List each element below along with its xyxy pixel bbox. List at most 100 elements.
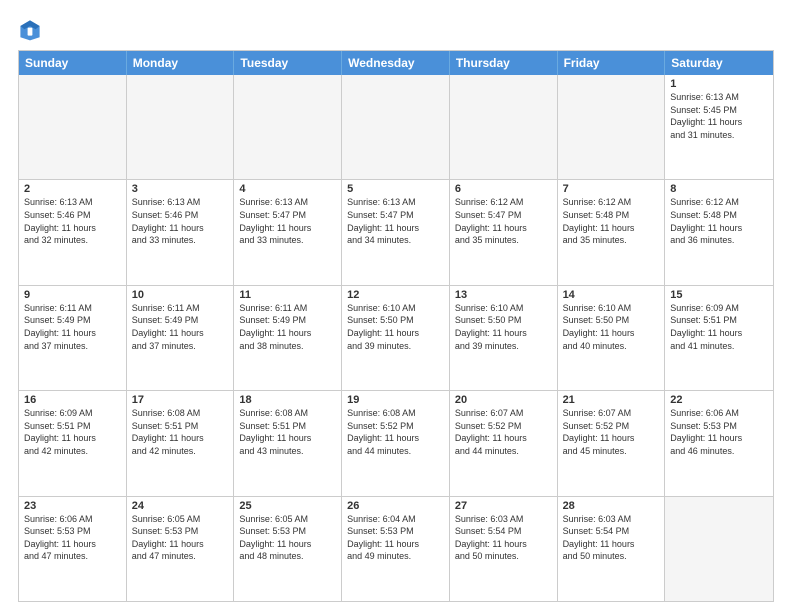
day-number: 15 [670, 289, 768, 301]
header [18, 18, 774, 42]
day-cell-27: 27Sunrise: 6:03 AM Sunset: 5:54 PM Dayli… [450, 497, 558, 601]
day-number: 13 [455, 289, 552, 301]
day-info: Sunrise: 6:03 AM Sunset: 5:54 PM Dayligh… [455, 513, 552, 563]
day-info: Sunrise: 6:09 AM Sunset: 5:51 PM Dayligh… [24, 407, 121, 457]
week-row-3: 9Sunrise: 6:11 AM Sunset: 5:49 PM Daylig… [19, 285, 773, 390]
calendar: SundayMondayTuesdayWednesdayThursdayFrid… [18, 50, 774, 602]
empty-cell [127, 75, 235, 179]
day-number: 2 [24, 183, 121, 195]
day-number: 20 [455, 394, 552, 406]
day-number: 28 [563, 500, 660, 512]
day-cell-12: 12Sunrise: 6:10 AM Sunset: 5:50 PM Dayli… [342, 286, 450, 390]
day-number: 24 [132, 500, 229, 512]
day-cell-11: 11Sunrise: 6:11 AM Sunset: 5:49 PM Dayli… [234, 286, 342, 390]
day-header-friday: Friday [558, 51, 666, 75]
day-info: Sunrise: 6:09 AM Sunset: 5:51 PM Dayligh… [670, 302, 768, 352]
day-cell-3: 3Sunrise: 6:13 AM Sunset: 5:46 PM Daylig… [127, 180, 235, 284]
day-info: Sunrise: 6:08 AM Sunset: 5:51 PM Dayligh… [239, 407, 336, 457]
day-number: 11 [239, 289, 336, 301]
day-info: Sunrise: 6:13 AM Sunset: 5:46 PM Dayligh… [24, 196, 121, 246]
day-info: Sunrise: 6:07 AM Sunset: 5:52 PM Dayligh… [563, 407, 660, 457]
logo-icon [18, 18, 42, 42]
day-header-monday: Monday [127, 51, 235, 75]
day-number: 14 [563, 289, 660, 301]
day-number: 17 [132, 394, 229, 406]
day-header-thursday: Thursday [450, 51, 558, 75]
day-info: Sunrise: 6:07 AM Sunset: 5:52 PM Dayligh… [455, 407, 552, 457]
day-info: Sunrise: 6:12 AM Sunset: 5:48 PM Dayligh… [563, 196, 660, 246]
day-number: 23 [24, 500, 121, 512]
day-header-wednesday: Wednesday [342, 51, 450, 75]
day-number: 16 [24, 394, 121, 406]
day-cell-17: 17Sunrise: 6:08 AM Sunset: 5:51 PM Dayli… [127, 391, 235, 495]
day-info: Sunrise: 6:12 AM Sunset: 5:48 PM Dayligh… [670, 196, 768, 246]
day-cell-10: 10Sunrise: 6:11 AM Sunset: 5:49 PM Dayli… [127, 286, 235, 390]
day-info: Sunrise: 6:10 AM Sunset: 5:50 PM Dayligh… [347, 302, 444, 352]
day-info: Sunrise: 6:06 AM Sunset: 5:53 PM Dayligh… [24, 513, 121, 563]
day-info: Sunrise: 6:05 AM Sunset: 5:53 PM Dayligh… [132, 513, 229, 563]
week-row-1: 1Sunrise: 6:13 AM Sunset: 5:45 PM Daylig… [19, 75, 773, 179]
day-number: 7 [563, 183, 660, 195]
day-info: Sunrise: 6:11 AM Sunset: 5:49 PM Dayligh… [24, 302, 121, 352]
day-cell-14: 14Sunrise: 6:10 AM Sunset: 5:50 PM Dayli… [558, 286, 666, 390]
day-cell-28: 28Sunrise: 6:03 AM Sunset: 5:54 PM Dayli… [558, 497, 666, 601]
day-cell-6: 6Sunrise: 6:12 AM Sunset: 5:47 PM Daylig… [450, 180, 558, 284]
day-cell-25: 25Sunrise: 6:05 AM Sunset: 5:53 PM Dayli… [234, 497, 342, 601]
day-info: Sunrise: 6:05 AM Sunset: 5:53 PM Dayligh… [239, 513, 336, 563]
day-info: Sunrise: 6:12 AM Sunset: 5:47 PM Dayligh… [455, 196, 552, 246]
day-cell-19: 19Sunrise: 6:08 AM Sunset: 5:52 PM Dayli… [342, 391, 450, 495]
day-number: 5 [347, 183, 444, 195]
day-number: 10 [132, 289, 229, 301]
day-cell-22: 22Sunrise: 6:06 AM Sunset: 5:53 PM Dayli… [665, 391, 773, 495]
page: SundayMondayTuesdayWednesdayThursdayFrid… [0, 0, 792, 612]
day-info: Sunrise: 6:08 AM Sunset: 5:52 PM Dayligh… [347, 407, 444, 457]
day-number: 22 [670, 394, 768, 406]
day-info: Sunrise: 6:10 AM Sunset: 5:50 PM Dayligh… [455, 302, 552, 352]
day-number: 26 [347, 500, 444, 512]
empty-cell [665, 497, 773, 601]
day-cell-1: 1Sunrise: 6:13 AM Sunset: 5:45 PM Daylig… [665, 75, 773, 179]
day-cell-18: 18Sunrise: 6:08 AM Sunset: 5:51 PM Dayli… [234, 391, 342, 495]
day-headers: SundayMondayTuesdayWednesdayThursdayFrid… [19, 51, 773, 75]
day-cell-8: 8Sunrise: 6:12 AM Sunset: 5:48 PM Daylig… [665, 180, 773, 284]
day-number: 21 [563, 394, 660, 406]
day-number: 12 [347, 289, 444, 301]
day-number: 25 [239, 500, 336, 512]
day-number: 8 [670, 183, 768, 195]
week-row-5: 23Sunrise: 6:06 AM Sunset: 5:53 PM Dayli… [19, 496, 773, 601]
empty-cell [342, 75, 450, 179]
day-info: Sunrise: 6:13 AM Sunset: 5:45 PM Dayligh… [670, 91, 768, 141]
empty-cell [558, 75, 666, 179]
day-cell-24: 24Sunrise: 6:05 AM Sunset: 5:53 PM Dayli… [127, 497, 235, 601]
day-cell-23: 23Sunrise: 6:06 AM Sunset: 5:53 PM Dayli… [19, 497, 127, 601]
day-cell-9: 9Sunrise: 6:11 AM Sunset: 5:49 PM Daylig… [19, 286, 127, 390]
day-cell-7: 7Sunrise: 6:12 AM Sunset: 5:48 PM Daylig… [558, 180, 666, 284]
empty-cell [234, 75, 342, 179]
day-info: Sunrise: 6:04 AM Sunset: 5:53 PM Dayligh… [347, 513, 444, 563]
day-info: Sunrise: 6:13 AM Sunset: 5:47 PM Dayligh… [347, 196, 444, 246]
day-header-saturday: Saturday [665, 51, 773, 75]
day-header-tuesday: Tuesday [234, 51, 342, 75]
day-info: Sunrise: 6:03 AM Sunset: 5:54 PM Dayligh… [563, 513, 660, 563]
day-info: Sunrise: 6:10 AM Sunset: 5:50 PM Dayligh… [563, 302, 660, 352]
day-cell-5: 5Sunrise: 6:13 AM Sunset: 5:47 PM Daylig… [342, 180, 450, 284]
day-header-sunday: Sunday [19, 51, 127, 75]
day-info: Sunrise: 6:06 AM Sunset: 5:53 PM Dayligh… [670, 407, 768, 457]
logo [18, 18, 46, 42]
day-info: Sunrise: 6:13 AM Sunset: 5:47 PM Dayligh… [239, 196, 336, 246]
day-number: 1 [670, 78, 768, 90]
day-number: 9 [24, 289, 121, 301]
day-number: 18 [239, 394, 336, 406]
day-cell-15: 15Sunrise: 6:09 AM Sunset: 5:51 PM Dayli… [665, 286, 773, 390]
week-row-2: 2Sunrise: 6:13 AM Sunset: 5:46 PM Daylig… [19, 179, 773, 284]
day-cell-20: 20Sunrise: 6:07 AM Sunset: 5:52 PM Dayli… [450, 391, 558, 495]
day-cell-26: 26Sunrise: 6:04 AM Sunset: 5:53 PM Dayli… [342, 497, 450, 601]
day-info: Sunrise: 6:11 AM Sunset: 5:49 PM Dayligh… [239, 302, 336, 352]
day-info: Sunrise: 6:11 AM Sunset: 5:49 PM Dayligh… [132, 302, 229, 352]
day-number: 4 [239, 183, 336, 195]
day-info: Sunrise: 6:08 AM Sunset: 5:51 PM Dayligh… [132, 407, 229, 457]
day-number: 6 [455, 183, 552, 195]
day-cell-16: 16Sunrise: 6:09 AM Sunset: 5:51 PM Dayli… [19, 391, 127, 495]
day-info: Sunrise: 6:13 AM Sunset: 5:46 PM Dayligh… [132, 196, 229, 246]
day-cell-21: 21Sunrise: 6:07 AM Sunset: 5:52 PM Dayli… [558, 391, 666, 495]
